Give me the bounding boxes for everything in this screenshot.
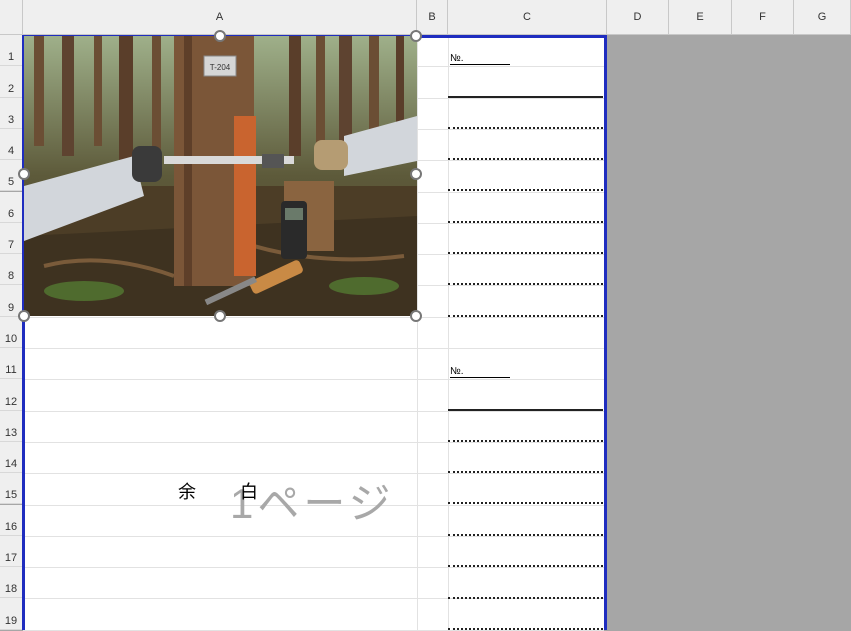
dotted-line — [448, 252, 603, 254]
row-header-6[interactable]: 6 — [0, 191, 23, 223]
dotted-line — [448, 440, 603, 442]
resize-handle-top[interactable] — [214, 30, 226, 42]
row-header-10[interactable]: 10 — [0, 316, 23, 348]
row-header-1[interactable]: 1 — [0, 35, 23, 67]
tree-tag-text: T-204 — [210, 63, 231, 72]
dotted-line — [448, 158, 603, 160]
c2-solid-line — [448, 96, 603, 98]
dotted-line — [448, 534, 603, 536]
dotted-line — [448, 127, 603, 129]
dotted-line — [448, 283, 603, 285]
forest-photo[interactable]: T-204 — [24, 36, 417, 316]
column-header-e[interactable]: E — [669, 0, 732, 35]
row-header-15[interactable]: 15 — [0, 473, 23, 505]
resize-handle-bottom[interactable] — [214, 310, 226, 322]
row-header-16[interactable]: 16 — [0, 504, 23, 536]
dotted-line — [448, 597, 603, 599]
gridline-row — [23, 567, 604, 569]
dotted-line — [448, 502, 603, 504]
margin-label-right[interactable]: 白 — [240, 478, 258, 504]
dotted-line — [448, 189, 603, 191]
column-header-f[interactable]: F — [732, 0, 794, 35]
row-header-11[interactable]: 11 — [0, 348, 23, 380]
row-header-7[interactable]: 7 — [0, 222, 23, 255]
row-header-19[interactable]: 19 — [0, 598, 23, 630]
select-all-corner[interactable] — [0, 0, 23, 35]
dotted-line — [448, 315, 603, 317]
gridline-column — [417, 35, 418, 630]
c12-solid-line — [448, 409, 603, 411]
row-header-17[interactable]: 17 — [0, 535, 23, 568]
column-header-g[interactable]: G — [794, 0, 851, 35]
row-header-4[interactable]: 4 — [0, 128, 23, 161]
resize-handle-bottom-right[interactable] — [410, 310, 422, 322]
c1-number-label[interactable]: №. — [450, 53, 510, 65]
outside-print-area[interactable] — [607, 35, 851, 630]
column-header-b[interactable]: B — [417, 0, 448, 35]
row-header-13[interactable]: 13 — [0, 410, 23, 442]
gridline-row — [23, 348, 604, 349]
margin-label-left[interactable]: 余 — [178, 478, 196, 504]
dotted-line — [448, 565, 603, 567]
c11-number-label[interactable]: №. — [450, 366, 510, 378]
row-header-12[interactable]: 12 — [0, 379, 23, 411]
dotted-line — [448, 221, 603, 223]
resize-handle-top-right[interactable] — [410, 30, 422, 42]
forest-photo-icon: T-204 — [24, 36, 417, 316]
column-header-c[interactable]: C — [448, 0, 607, 35]
gridline-row — [23, 379, 604, 381]
row-header-14[interactable]: 14 — [0, 441, 23, 474]
page-break-right[interactable] — [604, 35, 607, 630]
gridline-column — [448, 35, 449, 630]
row-header-18[interactable]: 18 — [0, 567, 23, 599]
resize-handle-bottom-left[interactable] — [18, 310, 30, 322]
row-header-2[interactable]: 2 — [0, 66, 23, 98]
row-header-3[interactable]: 3 — [0, 97, 23, 129]
gridline-row — [23, 441, 604, 443]
row-header-8[interactable]: 8 — [0, 254, 23, 286]
resize-handle-right[interactable] — [410, 168, 422, 180]
dotted-line — [448, 471, 603, 473]
resize-handle-left[interactable] — [18, 168, 30, 180]
column-header-d[interactable]: D — [607, 0, 669, 35]
